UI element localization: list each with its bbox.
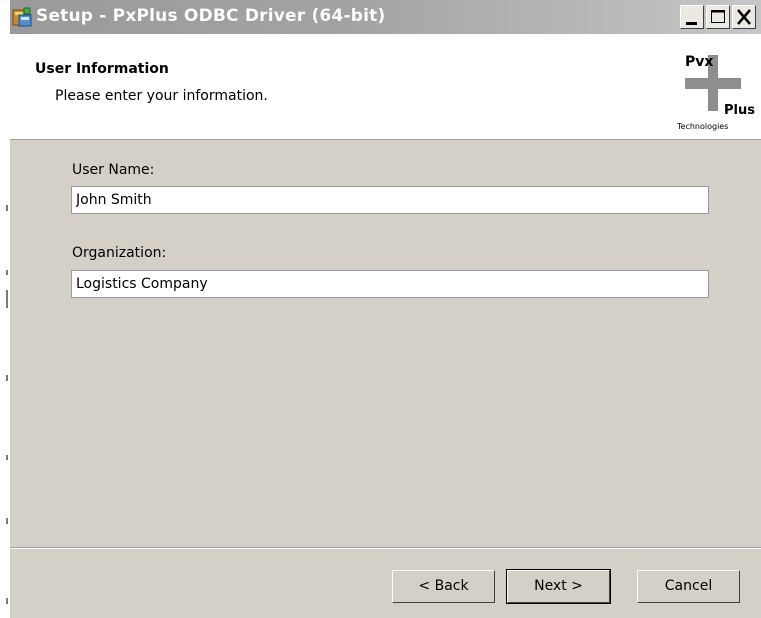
logo-pvx-text: Pvx: [685, 54, 713, 70]
logo-plus-text: Plus: [724, 103, 755, 118]
setup-window: Setup - PxPlus ODBC Driver (64-bit) User…: [10, 0, 761, 618]
user-name-input[interactable]: [71, 186, 709, 214]
minimize-button[interactable]: [680, 5, 704, 29]
maximize-button[interactable]: [706, 5, 730, 29]
minimize-icon: [686, 22, 697, 25]
maximize-icon: [711, 10, 725, 23]
next-button[interactable]: Next >: [506, 569, 611, 604]
organization-input[interactable]: [71, 270, 709, 298]
pvx-plus-logo: Pvx Plus Technologies: [676, 54, 755, 131]
wizard-header: User Information Please enter your infor…: [10, 34, 761, 140]
organization-label: Organization:: [72, 245, 167, 261]
setup-app-icon: [12, 7, 32, 27]
user-name-label: User Name:: [72, 162, 155, 178]
background-edge: [0, 0, 10, 618]
logo-technologies-text: Technologies: [676, 122, 728, 131]
close-button[interactable]: [732, 5, 756, 29]
footer-divider: [10, 547, 761, 549]
page-title: User Information: [35, 61, 169, 77]
back-button[interactable]: < Back: [392, 570, 495, 603]
cancel-button[interactable]: Cancel: [637, 570, 740, 603]
title-bar[interactable]: Setup - PxPlus ODBC Driver (64-bit): [10, 0, 761, 34]
page-subtitle: Please enter your information.: [55, 88, 268, 104]
close-icon: [737, 9, 751, 25]
window-title: Setup - PxPlus ODBC Driver (64-bit): [36, 6, 386, 26]
